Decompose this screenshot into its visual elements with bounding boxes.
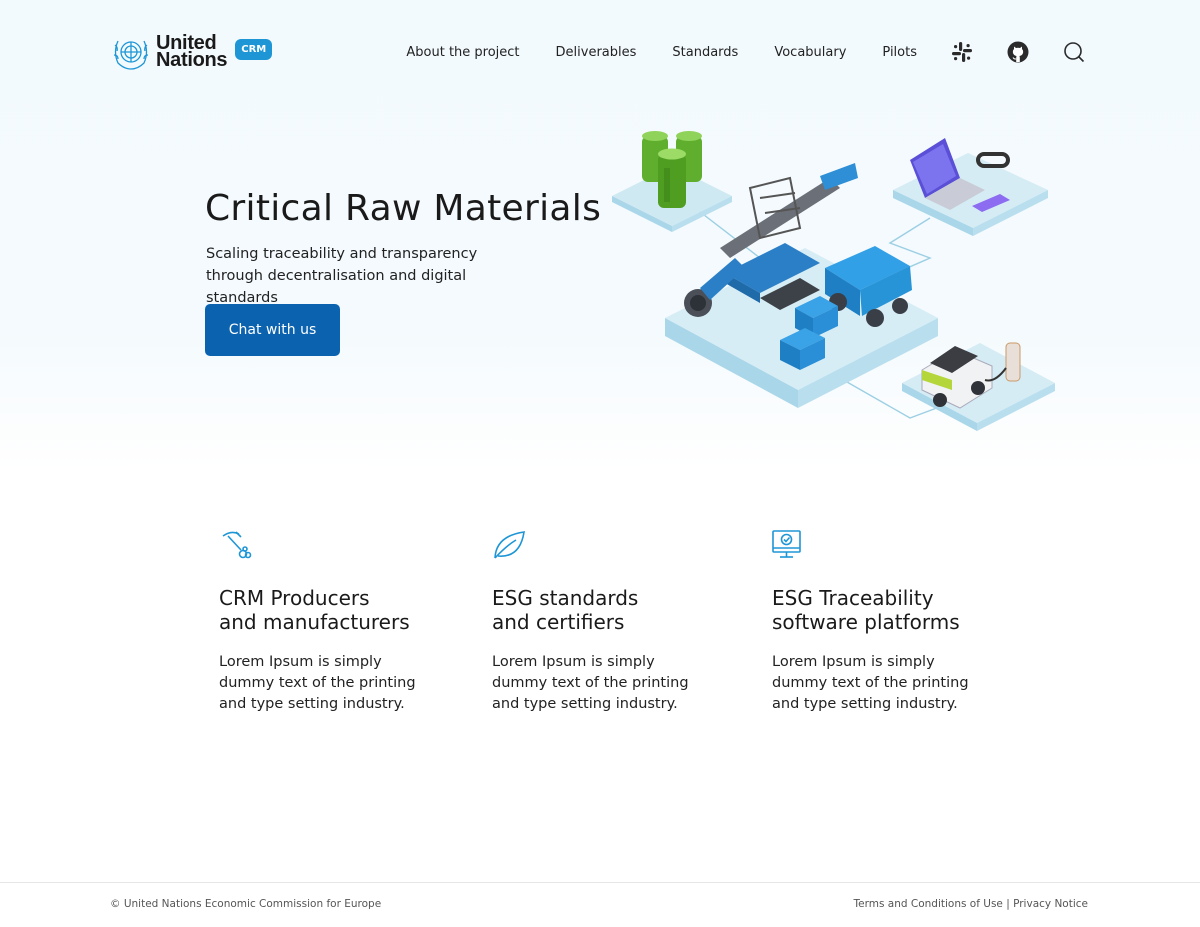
crm-badge: CRM	[235, 39, 273, 60]
feature-title-line2: and certifiers	[492, 610, 625, 634]
feature-title-line2: software platforms	[772, 610, 960, 634]
logo[interactable]: United Nations CRM	[110, 33, 273, 71]
nav-item-standards[interactable]: Standards	[672, 45, 738, 60]
leaf-icon	[494, 531, 525, 559]
feature-title-line2: and manufacturers	[219, 610, 410, 634]
feature-title-line1: CRM Producers	[219, 586, 370, 610]
slack-icon[interactable]	[951, 41, 973, 63]
feature-text: Lorem Ipsum is simply dummy text of the …	[772, 654, 969, 712]
privacy-link[interactable]: Privacy Notice	[1013, 898, 1088, 910]
mining-supply-chain-illustration	[612, 131, 1055, 431]
search-icon[interactable]	[1063, 41, 1085, 63]
site-header: United Nations CRM About the project Del…	[110, 28, 1085, 76]
terms-link[interactable]: Terms and Conditions of Use	[854, 898, 1003, 910]
feature-text: Lorem Ipsum is simply dummy text of the …	[492, 654, 689, 712]
main-nav: About the project Deliverables Standards…	[370, 41, 1085, 63]
page-title: Critical Raw Materials	[205, 188, 602, 229]
feature-text: Lorem Ipsum is simply dummy text of the …	[219, 654, 416, 712]
chat-with-us-button[interactable]: Chat with us	[205, 304, 340, 356]
footer-links: Terms and Conditions of Use | Privacy No…	[854, 898, 1088, 910]
feature-esg-traceability: ESG Traceability software platforms Lore…	[772, 528, 1012, 715]
logo-line2: Nations	[156, 49, 228, 71]
hero-subtitle: Scaling traceability and transparency th…	[206, 246, 478, 306]
github-icon[interactable]	[1007, 41, 1029, 63]
nav-item-deliverables[interactable]: Deliverables	[556, 45, 637, 60]
site-footer: © United Nations Economic Commission for…	[0, 882, 1200, 927]
footer-separator: |	[1002, 898, 1014, 910]
monitor-check-icon	[772, 530, 801, 558]
pickaxe-icon	[222, 531, 252, 559]
un-emblem-icon	[113, 40, 149, 70]
nav-item-about[interactable]: About the project	[406, 45, 519, 60]
feature-title-line1: ESG standards	[492, 586, 639, 610]
copyright-text: © United Nations Economic Commission for…	[110, 898, 382, 910]
nav-item-pilots[interactable]: Pilots	[882, 45, 917, 60]
feature-esg-standards: ESG standards and certifiers Lorem Ipsum…	[492, 528, 732, 715]
feature-title-line1: ESG Traceability	[772, 586, 934, 610]
nav-item-vocabulary[interactable]: Vocabulary	[774, 45, 846, 60]
feature-crm-producers: CRM Producers and manufacturers Lorem Ip…	[219, 528, 459, 715]
